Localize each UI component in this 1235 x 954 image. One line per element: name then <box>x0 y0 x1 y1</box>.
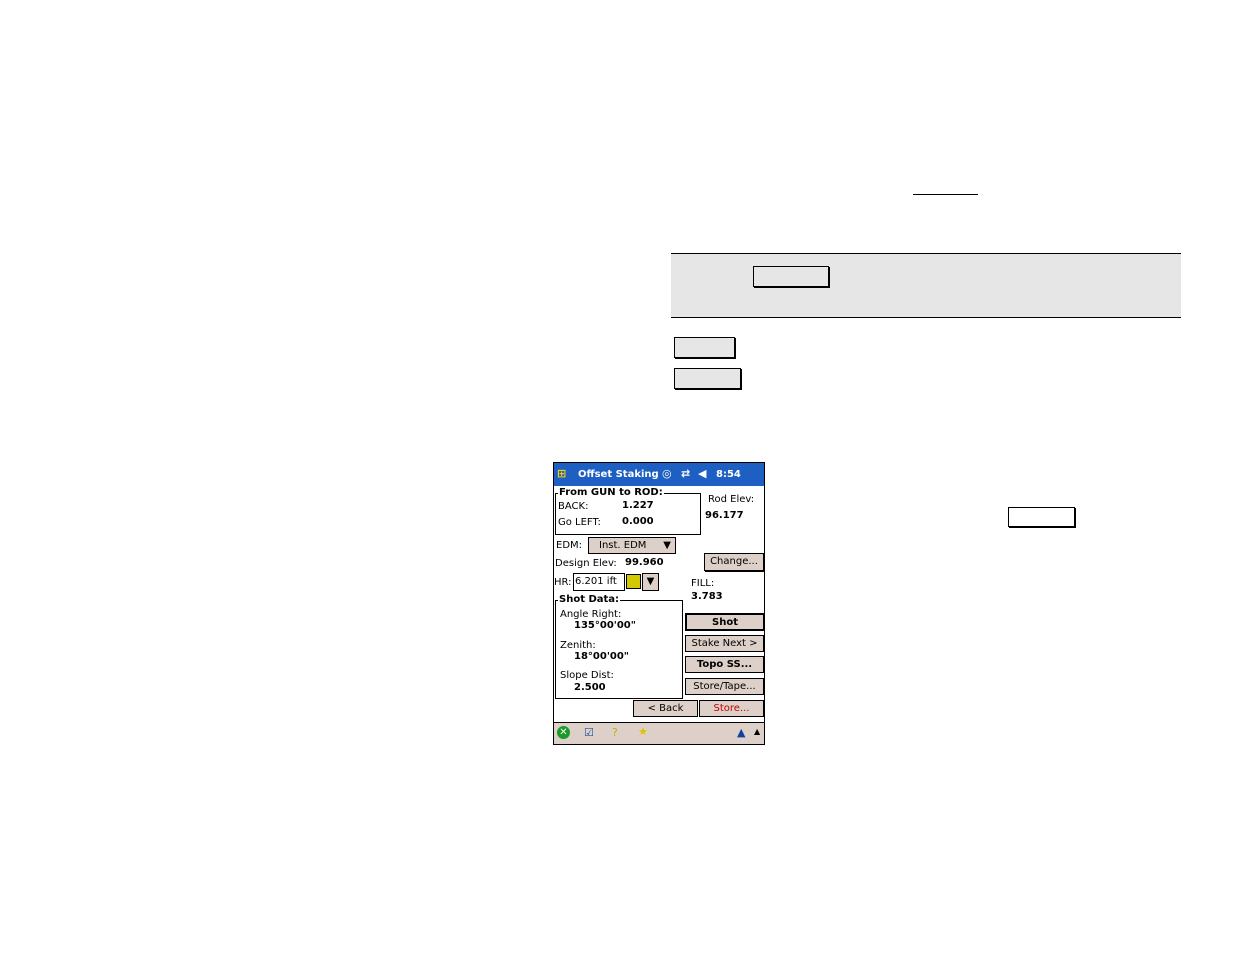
chevron-down-icon: ▼ <box>663 540 671 551</box>
fill-label: FILL: <box>691 578 715 589</box>
shot-group-label: Shot Data: <box>558 594 621 605</box>
angle-right-label: Angle Right: <box>560 609 622 620</box>
app-logo-icon[interactable]: ▲ <box>737 726 745 740</box>
back-button[interactable]: < Back <box>633 700 698 717</box>
left-label: Go LEFT: <box>558 517 601 528</box>
topo-ss-button[interactable]: Topo SS... <box>685 656 764 673</box>
connectivity-icon[interactable]: ◎ <box>662 467 672 481</box>
underline-blank <box>913 194 978 195</box>
zenith-value: 18°00'00" <box>574 651 630 662</box>
pda-screen: ⊞ Offset Staking ◎ ⇄ ◀ 8:54 From GUN to … <box>553 462 765 745</box>
volume-icon[interactable]: ◀ <box>698 467 706 481</box>
stake-next-button[interactable]: Stake Next > <box>685 635 764 652</box>
blank-button-box <box>1008 507 1075 527</box>
store-button[interactable]: Store... <box>699 700 764 717</box>
change-button[interactable]: Change... <box>704 553 764 571</box>
title-bar: ⊞ Offset Staking ◎ ⇄ ◀ 8:54 <box>554 463 764 486</box>
left-value: 0.000 <box>622 516 654 527</box>
slope-dist-label: Slope Dist: <box>560 670 614 681</box>
from-group-label: From GUN to ROD: <box>558 487 664 498</box>
help-icon[interactable]: ? <box>612 726 618 740</box>
clock[interactable]: 8:54 <box>716 469 741 480</box>
hr-input[interactable]: 6.201 ift <box>573 573 625 591</box>
rod-elev-value: 96.177 <box>705 510 744 521</box>
shot-button[interactable]: Shot <box>685 613 764 631</box>
blank-button-box <box>674 368 741 389</box>
angle-right-value: 135°00'00" <box>574 620 636 631</box>
target-icon[interactable] <box>626 574 641 589</box>
star-icon[interactable]: ★ <box>638 725 648 739</box>
zenith-label: Zenith: <box>560 640 596 651</box>
fill-value: 3.783 <box>691 591 723 602</box>
slope-dist-value: 2.500 <box>574 682 606 693</box>
edm-dropdown[interactable]: Inst. EDM ▼ <box>588 537 676 554</box>
back-label: BACK: <box>558 501 589 512</box>
edm-value: Inst. EDM <box>599 540 647 551</box>
blank-button-box <box>674 337 735 358</box>
rod-elev-label: Rod Elev: <box>708 494 755 505</box>
windows-start-icon[interactable]: ⊞ <box>557 467 566 481</box>
gray-panel <box>671 253 1181 318</box>
blank-button-box <box>753 266 829 287</box>
bottom-toolbar: ✕ ☑ ? ★ ▲ ▲ <box>554 722 764 744</box>
close-icon[interactable]: ✕ <box>557 726 570 739</box>
store-tape-button[interactable]: Store/Tape... <box>685 678 764 695</box>
checklist-icon[interactable]: ☑ <box>584 726 594 740</box>
design-elev-label: Design Elev: <box>555 558 617 569</box>
edm-label: EDM: <box>556 540 583 551</box>
hr-label: HR: <box>554 577 572 588</box>
window-title: Offset Staking <box>578 469 659 480</box>
sync-arrows-icon[interactable]: ⇄ <box>681 467 690 481</box>
hr-value: 6.201 ift <box>575 576 617 587</box>
back-value: 1.227 <box>622 500 654 511</box>
input-panel-arrow-icon[interactable]: ▲ <box>754 725 760 739</box>
hr-dropdown-button[interactable]: ▼ <box>642 573 659 591</box>
design-elev-value: 99.960 <box>625 557 664 568</box>
